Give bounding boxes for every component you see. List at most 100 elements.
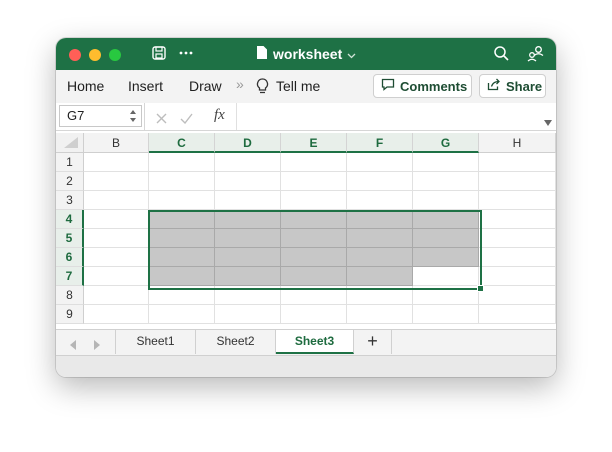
row-header-3[interactable]: 3 [56, 191, 84, 210]
cell-d6[interactable] [215, 248, 281, 267]
document-title[interactable]: worksheet [256, 45, 356, 63]
minimize-window-button[interactable] [89, 49, 101, 61]
cell-e2[interactable] [281, 172, 347, 191]
cell-d2[interactable] [215, 172, 281, 191]
row-header-2[interactable]: 2 [56, 172, 84, 191]
next-sheet-icon[interactable] [93, 337, 100, 355]
column-header-f[interactable]: F [347, 133, 413, 153]
cell-c7[interactable] [149, 267, 215, 286]
cell-h2[interactable] [479, 172, 556, 191]
cell-b1[interactable] [84, 153, 149, 172]
cell-f5[interactable] [347, 229, 413, 248]
cell-b8[interactable] [84, 286, 149, 305]
cell-h7[interactable] [479, 267, 556, 286]
cell-d3[interactable] [215, 191, 281, 210]
more-options-icon[interactable] [178, 45, 194, 66]
cell-b5[interactable] [84, 229, 149, 248]
cell-g3[interactable] [413, 191, 479, 210]
cell-f2[interactable] [347, 172, 413, 191]
cell-d4[interactable] [215, 210, 281, 229]
column-header-h[interactable]: H [479, 133, 556, 153]
cell-e1[interactable] [281, 153, 347, 172]
fill-handle[interactable] [477, 285, 484, 292]
row-header-6[interactable]: 6 [56, 248, 84, 267]
cell-c8[interactable] [149, 286, 215, 305]
cell-f7[interactable] [347, 267, 413, 286]
tab-insert[interactable]: Insert [128, 78, 163, 94]
cell-d8[interactable] [215, 286, 281, 305]
cell-b4[interactable] [84, 210, 149, 229]
cell-h4[interactable] [479, 210, 556, 229]
cell-d5[interactable] [215, 229, 281, 248]
cell-h8[interactable] [479, 286, 556, 305]
cell-c1[interactable] [149, 153, 215, 172]
sheet-tab-sheet1[interactable]: Sheet1 [116, 330, 196, 354]
cell-b2[interactable] [84, 172, 149, 191]
cell-c3[interactable] [149, 191, 215, 210]
column-header-g[interactable]: G [413, 133, 479, 153]
row-header-9[interactable]: 9 [56, 305, 84, 324]
column-header-d[interactable]: D [215, 133, 281, 153]
cell-g1[interactable] [413, 153, 479, 172]
cell-g6[interactable] [413, 248, 479, 267]
enter-icon[interactable] [180, 111, 193, 129]
collaboration-icon[interactable] [527, 45, 544, 67]
cancel-icon[interactable] [156, 111, 167, 129]
save-icon[interactable] [151, 45, 167, 66]
column-header-b[interactable]: B [84, 133, 149, 153]
cell-d7[interactable] [215, 267, 281, 286]
prev-sheet-icon[interactable] [70, 337, 77, 355]
cell-g4[interactable] [413, 210, 479, 229]
tab-home[interactable]: Home [67, 78, 104, 94]
lightbulb-icon[interactable] [256, 78, 269, 100]
row-header-1[interactable]: 1 [56, 153, 84, 172]
cell-c5[interactable] [149, 229, 215, 248]
cell-f9[interactable] [347, 305, 413, 324]
comments-button[interactable]: Comments [373, 74, 472, 98]
cell-g5[interactable] [413, 229, 479, 248]
tab-draw[interactable]: Draw [189, 78, 222, 94]
cell-c6[interactable] [149, 248, 215, 267]
formula-input[interactable] [240, 105, 540, 127]
close-window-button[interactable] [69, 49, 81, 61]
select-all-corner[interactable] [56, 133, 84, 153]
cell-c2[interactable] [149, 172, 215, 191]
cell-g2[interactable] [413, 172, 479, 191]
cell-h9[interactable] [479, 305, 556, 324]
row-header-4[interactable]: 4 [56, 210, 84, 229]
column-header-c[interactable]: C [149, 133, 215, 153]
cell-f4[interactable] [347, 210, 413, 229]
cell-e9[interactable] [281, 305, 347, 324]
cell-g7[interactable] [413, 267, 479, 286]
expand-formula-icon[interactable] [544, 113, 552, 131]
name-box[interactable]: G7 [59, 105, 142, 127]
sheet-tab-sheet3[interactable]: Sheet3 [276, 330, 354, 354]
row-header-8[interactable]: 8 [56, 286, 84, 305]
cell-e6[interactable] [281, 248, 347, 267]
cell-d9[interactable] [215, 305, 281, 324]
row-header-5[interactable]: 5 [56, 229, 84, 248]
search-icon[interactable] [493, 45, 510, 67]
cell-g8[interactable] [413, 286, 479, 305]
column-header-e[interactable]: E [281, 133, 347, 153]
cell-f3[interactable] [347, 191, 413, 210]
cell-e3[interactable] [281, 191, 347, 210]
cell-g9[interactable] [413, 305, 479, 324]
insert-function-icon[interactable]: fx [214, 107, 225, 124]
tell-me-search[interactable]: Tell me [276, 78, 320, 94]
cell-c9[interactable] [149, 305, 215, 324]
cell-f8[interactable] [347, 286, 413, 305]
cell-h1[interactable] [479, 153, 556, 172]
share-button[interactable]: Share [479, 74, 546, 98]
row-header-7[interactable]: 7 [56, 267, 84, 286]
cell-c4[interactable] [149, 210, 215, 229]
cell-e7[interactable] [281, 267, 347, 286]
cell-e5[interactable] [281, 229, 347, 248]
cell-e8[interactable] [281, 286, 347, 305]
sheet-tab-sheet2[interactable]: Sheet2 [196, 330, 276, 354]
cell-h5[interactable] [479, 229, 556, 248]
zoom-window-button[interactable] [109, 49, 121, 61]
cell-b7[interactable] [84, 267, 149, 286]
stepper-arrows-icon[interactable] [129, 108, 137, 130]
cell-b9[interactable] [84, 305, 149, 324]
